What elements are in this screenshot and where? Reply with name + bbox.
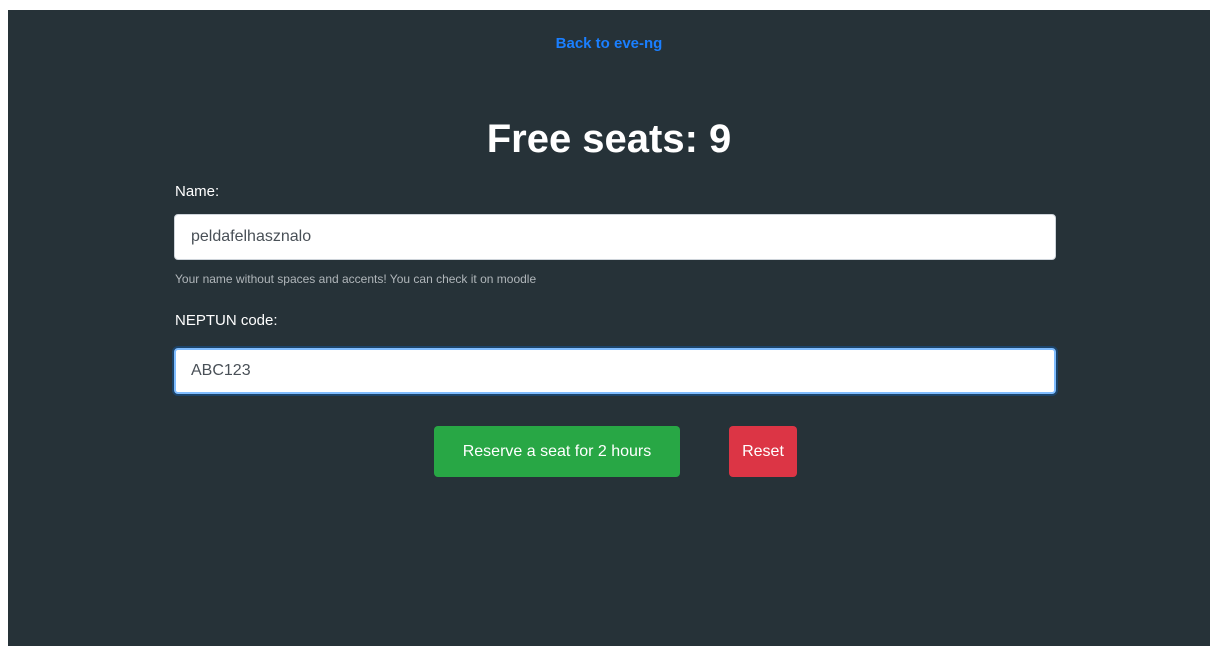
page-viewport: Back to eve-ng Free seats: 9 Name: Your … <box>8 10 1210 646</box>
reserve-seat-button[interactable]: Reserve a seat for 2 hours <box>434 426 680 477</box>
name-input[interactable] <box>174 214 1056 260</box>
reset-button[interactable]: Reset <box>729 426 797 477</box>
name-help-text: Your name without spaces and accents! Yo… <box>175 272 537 286</box>
page-title: Free seats: 9 <box>486 117 732 161</box>
neptun-label: NEPTUN code: <box>175 312 278 329</box>
back-to-eve-ng-link[interactable]: Back to eve-ng <box>8 34 1210 54</box>
name-label: Name: <box>175 183 220 200</box>
neptun-code-input[interactable] <box>174 348 1056 394</box>
